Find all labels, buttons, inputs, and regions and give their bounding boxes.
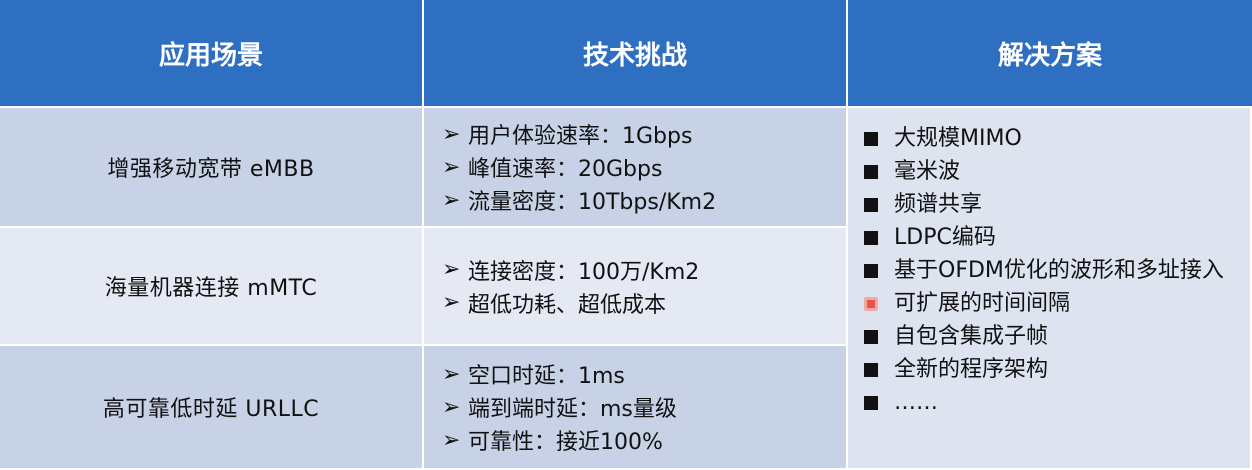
challenge-item: ➢ 峰值速率：20Gbps — [442, 151, 846, 184]
challenge-item: ➢ 连接密度：100万/Km2 — [442, 253, 846, 286]
solution-text: …… — [894, 390, 938, 415]
square-bullet-icon — [864, 264, 878, 278]
solution-text: 基于OFDM优化的波形和多址接入 — [894, 258, 1224, 283]
solution-text: LDPC编码 — [894, 225, 996, 250]
challenge-item: ➢ 端到端时延：ms量级 — [442, 391, 846, 424]
challenge-item: ➢ 流量密度：10Tbps/Km2 — [442, 184, 846, 217]
square-bullet-icon — [864, 198, 878, 212]
challenge-item: ➢ 超低功耗、超低成本 — [442, 286, 846, 319]
scenario-cell-urllc: 高可靠低时延 URLLC — [0, 346, 424, 470]
solution-item: 可扩展的时间间隔 — [864, 287, 1250, 320]
solution-text: 毫米波 — [894, 159, 961, 184]
solution-item: 基于OFDM优化的波形和多址接入 — [864, 254, 1250, 287]
arrow-right-icon: ➢ — [442, 394, 461, 420]
scenario-label: 高可靠低时延 URLLC — [102, 397, 320, 422]
challenge-text: 端到端时延：ms量级 — [468, 397, 677, 422]
scenario-label: 海量机器连接 mMTC — [104, 276, 318, 301]
header-scenario: 应用场景 — [0, 0, 424, 108]
header-challenge: 技术挑战 — [424, 0, 848, 108]
solution-item: 大规模MIMO — [864, 122, 1250, 155]
arrow-right-icon: ➢ — [442, 257, 461, 282]
square-bullet-icon — [864, 330, 878, 344]
scenario-label: 增强移动宽带 eMBB — [107, 157, 315, 182]
solution-text: 自包含集成子帧 — [894, 324, 1049, 349]
solution-text: 大规模MIMO — [894, 126, 1022, 151]
header-solution: 解决方案 — [848, 0, 1252, 108]
solution-item: 频谱共享 — [864, 188, 1250, 221]
challenge-text: 可靠性：接近100% — [468, 430, 663, 455]
solution-text: 可扩展的时间间隔 — [894, 291, 1071, 316]
solution-item: 自包含集成子帧 — [864, 320, 1250, 353]
solution-item: …… — [864, 386, 1250, 419]
arrow-right-icon: ➢ — [442, 290, 461, 315]
challenge-cell-mmtc: ➢ 连接密度：100万/Km2 ➢ 超低功耗、超低成本 — [424, 228, 848, 346]
arrow-right-icon: ➢ — [442, 121, 461, 147]
challenge-cell-embb: ➢ 用户体验速率：1Gbps ➢ 峰值速率：20Gbps ➢ 流量密度：10Tbps/… — [424, 108, 848, 228]
solution-item: LDPC编码 — [864, 221, 1250, 254]
arrow-right-icon: ➢ — [442, 187, 461, 213]
solution-text: 全新的程序架构 — [894, 357, 1049, 382]
challenge-text: 连接密度：100万/Km2 — [468, 259, 700, 285]
square-bullet-icon — [864, 132, 878, 146]
arrow-right-icon: ➢ — [442, 361, 461, 387]
comparison-table: 应用场景 技术挑战 解决方案 增强移动宽带 eMBB ➢ 用户体验速率：1Gbps… — [0, 0, 1252, 470]
solution-text: 频谱共享 — [894, 192, 983, 217]
square-bullet-icon — [864, 231, 878, 245]
scenario-cell-mmtc: 海量机器连接 mMTC — [0, 228, 424, 346]
solution-item: 毫米波 — [864, 155, 1250, 188]
scenario-cell-embb: 增强移动宽带 eMBB — [0, 108, 424, 228]
challenge-cell-urllc: ➢ 空口时延：1ms ➢ 端到端时延：ms量级 ➢ 可靠性：接近100% — [424, 346, 848, 470]
challenge-text: 流量密度：10Tbps/Km2 — [468, 190, 717, 215]
square-bullet-icon — [864, 165, 878, 179]
solution-item: 全新的程序架构 — [864, 353, 1250, 386]
cursor-marker-icon — [864, 297, 878, 311]
arrow-right-icon: ➢ — [442, 154, 461, 180]
challenge-text: 空口时延：1ms — [468, 364, 625, 389]
square-bullet-icon — [864, 396, 878, 410]
square-bullet-icon — [864, 363, 878, 377]
challenge-text: 峰值速率：20Gbps — [468, 157, 663, 182]
arrow-right-icon: ➢ — [442, 427, 461, 453]
challenge-text: 超低功耗、超低成本 — [468, 292, 667, 318]
solution-cell: 大规模MIMO 毫米波 频谱共享 LDPC编码 基于OFDM优化的波形和多址接入… — [848, 108, 1252, 470]
challenge-item: ➢ 可靠性：接近100% — [442, 424, 846, 457]
challenge-item: ➢ 用户体验速率：1Gbps — [442, 118, 846, 151]
challenge-item: ➢ 空口时延：1ms — [442, 358, 846, 391]
challenge-text: 用户体验速率：1Gbps — [468, 124, 693, 149]
